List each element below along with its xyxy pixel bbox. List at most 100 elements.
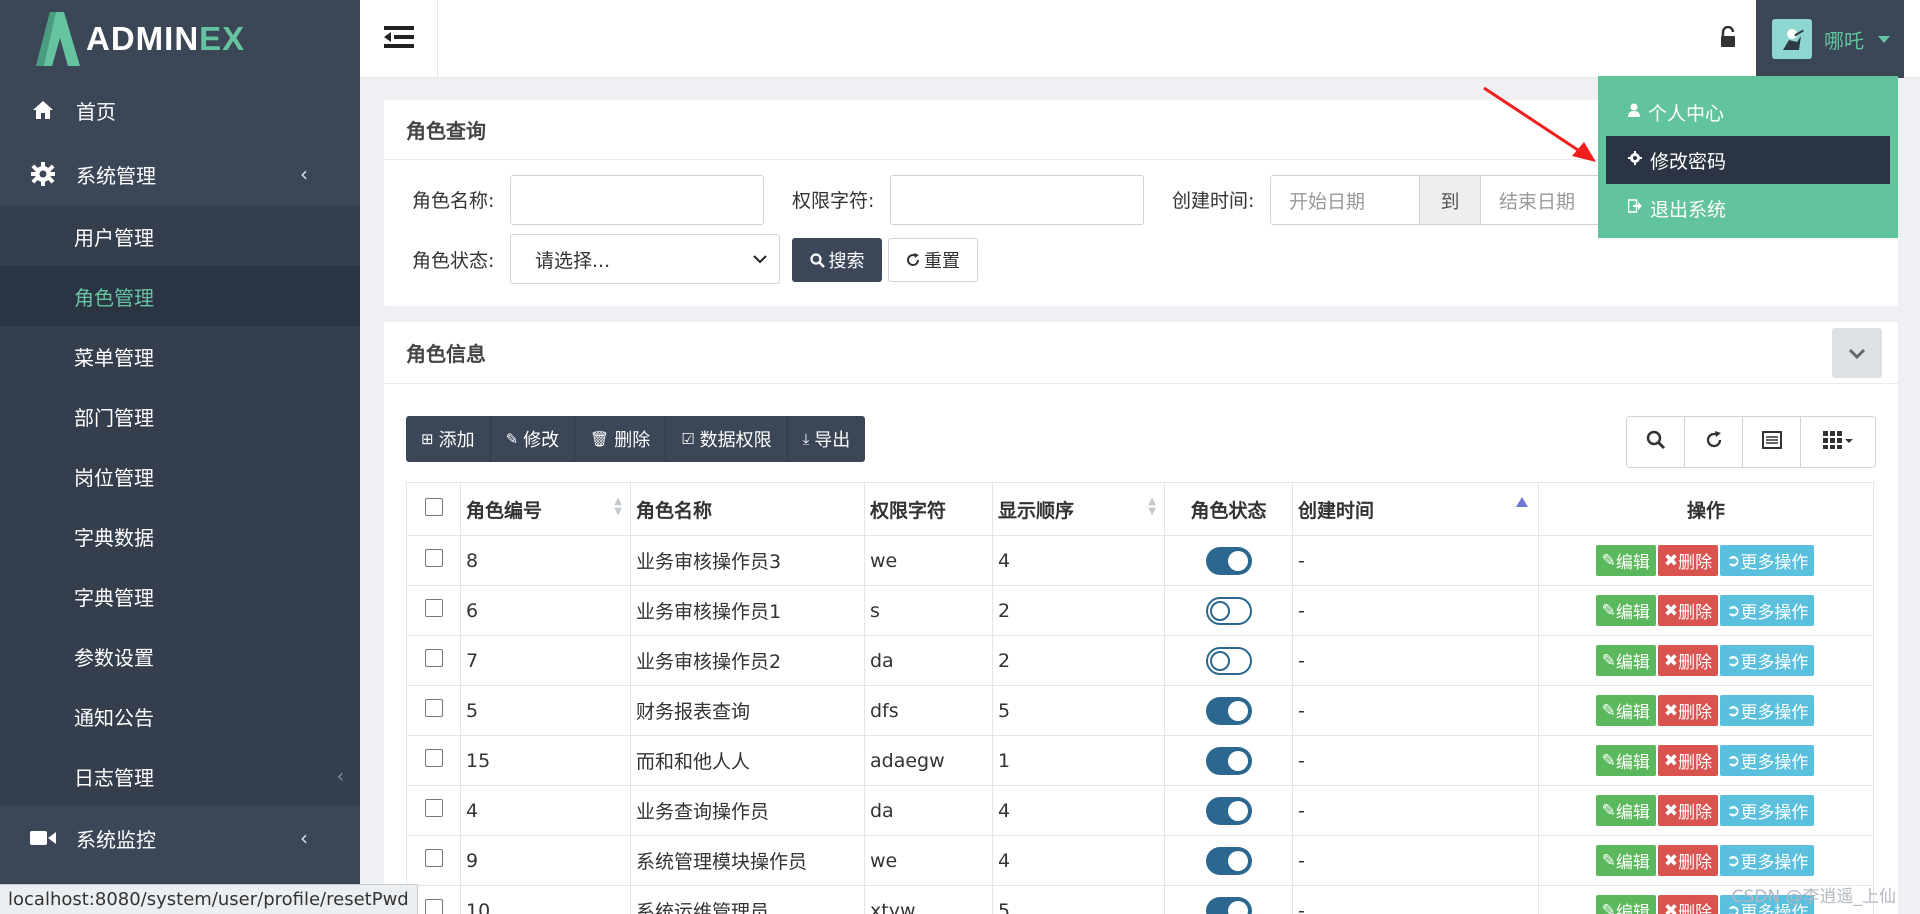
status-toggle[interactable] bbox=[1205, 746, 1252, 775]
start-date-input[interactable]: 开始日期 bbox=[1270, 175, 1420, 225]
status-toggle[interactable] bbox=[1205, 846, 1252, 875]
table-row[interactable]: 9 系统管理模块操作员 we 4- ✎ 编辑 ✖ 删除 ➲ 更多操作 bbox=[406, 835, 1874, 886]
row-edit-button[interactable]: ✎ 编辑 bbox=[1595, 645, 1656, 676]
collapse-button[interactable] bbox=[1832, 328, 1882, 378]
plus-square-icon: ⊞ bbox=[421, 430, 434, 448]
row-more-button[interactable]: ➲ 更多操作 bbox=[1720, 795, 1815, 826]
sidebar-item-dept-mgmt[interactable]: 部门管理 bbox=[0, 386, 360, 446]
sidebar-item-dict-data[interactable]: 字典数据 bbox=[0, 506, 360, 566]
row-edit-button[interactable]: ✎ 编辑 bbox=[1595, 895, 1656, 914]
row-more-button[interactable]: ➲ 更多操作 bbox=[1720, 745, 1815, 776]
status-toggle[interactable] bbox=[1205, 796, 1252, 825]
row-edit-button[interactable]: ✎ 编辑 bbox=[1595, 695, 1656, 726]
reset-button[interactable]: 重置 bbox=[888, 238, 978, 282]
row-edit-button[interactable]: ✎ 编辑 bbox=[1595, 845, 1656, 876]
sidebar-item-dict-mgmt[interactable]: 字典管理 bbox=[0, 566, 360, 626]
row-edit-button[interactable]: ✎ 编辑 bbox=[1595, 595, 1656, 626]
row-edit-button[interactable]: ✎ 编辑 bbox=[1595, 545, 1656, 576]
cell-role-id: 9 bbox=[460, 835, 631, 886]
lock-icon[interactable] bbox=[1720, 25, 1736, 52]
data-permission-button[interactable]: ☑ 数据权限 bbox=[666, 416, 788, 462]
sidebar-item-log-mgmt[interactable]: 日志管理 ‹ bbox=[0, 746, 360, 806]
row-delete-button[interactable]: ✖ 删除 bbox=[1657, 745, 1719, 776]
status-toggle[interactable] bbox=[1205, 696, 1252, 725]
row-checkbox[interactable] bbox=[424, 899, 443, 914]
row-edit-button[interactable]: ✎ 编辑 bbox=[1595, 745, 1656, 776]
column-header-permission[interactable]: 权限字符 bbox=[864, 482, 993, 536]
role-status-select[interactable]: 请选择... bbox=[510, 234, 780, 284]
row-delete-button[interactable]: ✖ 删除 bbox=[1657, 545, 1719, 576]
row-checkbox[interactable] bbox=[424, 649, 443, 667]
table-row[interactable]: 8 业务审核操作员3 we 4- ✎ 编辑 ✖ 删除 ➲ 更多操作 bbox=[406, 535, 1874, 586]
row-delete-button[interactable]: ✖ 删除 bbox=[1657, 795, 1719, 826]
status-toggle[interactable] bbox=[1205, 896, 1252, 914]
table-row[interactable]: 6 业务审核操作员1 s 2- ✎ 编辑 ✖ 删除 ➲ 更多操作 bbox=[406, 585, 1874, 636]
row-more-button[interactable]: ➲ 更多操作 bbox=[1720, 695, 1815, 726]
add-button[interactable]: ⊞ 添加 bbox=[406, 416, 491, 462]
sidebar-item-home[interactable]: 首页 bbox=[0, 78, 360, 142]
export-button[interactable]: ⤓ 导出 bbox=[788, 416, 866, 462]
menu-item-change-password[interactable]: 修改密码 bbox=[1606, 136, 1890, 184]
column-header-role-name[interactable]: 角色名称 bbox=[630, 482, 865, 536]
user-menu-button[interactable]: 哪吒 bbox=[1756, 0, 1904, 78]
row-more-button[interactable]: ➲ 更多操作 bbox=[1720, 845, 1815, 876]
status-toggle[interactable] bbox=[1205, 596, 1252, 625]
cell-status bbox=[1164, 835, 1293, 886]
cell-created: - bbox=[1292, 835, 1539, 886]
cell-role-name: 系统运维管理员 bbox=[630, 885, 865, 914]
search-button[interactable]: 搜索 bbox=[792, 238, 882, 282]
table-row[interactable]: 10 系统运维管理员 xtyw 5- ✎ 编辑 ✖ 删除 ➲ 更多操作 bbox=[406, 885, 1874, 914]
delete-button[interactable]: 🗑 删除 bbox=[575, 416, 667, 462]
sidebar-item-user-mgmt[interactable]: 用户管理 bbox=[0, 206, 360, 266]
row-more-button[interactable]: ➲ 更多操作 bbox=[1720, 645, 1815, 676]
row-delete-label: 删除 bbox=[1678, 553, 1713, 573]
row-delete-button[interactable]: ✖ 删除 bbox=[1657, 845, 1719, 876]
sidebar-item-post-mgmt[interactable]: 岗位管理 bbox=[0, 446, 360, 506]
home-icon bbox=[30, 100, 56, 120]
sidebar-item-notice[interactable]: 通知公告 bbox=[0, 686, 360, 746]
menu-item-profile[interactable]: 个人中心 bbox=[1606, 88, 1890, 136]
select-all-checkbox[interactable] bbox=[424, 497, 443, 516]
row-delete-button[interactable]: ✖ 删除 bbox=[1657, 695, 1719, 726]
table-row[interactable]: 4 业务查询操作员 da 4- ✎ 编辑 ✖ 删除 ➲ 更多操作 bbox=[406, 785, 1874, 836]
column-header-order[interactable]: 显示顺序 ▲ ▼ bbox=[992, 482, 1165, 536]
status-toggle[interactable] bbox=[1205, 546, 1252, 575]
sidebar-item-system-mgmt[interactable]: 系统管理 ‹ bbox=[0, 142, 360, 206]
role-name-input[interactable] bbox=[510, 175, 764, 225]
row-more-label: 更多操作 bbox=[1740, 853, 1809, 873]
sidebar-item-label: 角色管理 bbox=[74, 285, 154, 310]
column-header-created[interactable]: 创建时间 bbox=[1292, 482, 1539, 536]
row-checkbox[interactable] bbox=[424, 849, 443, 867]
table-row[interactable]: 5 财务报表查询 dfs 5- ✎ 编辑 ✖ 删除 ➲ 更多操作 bbox=[406, 685, 1874, 736]
cell-role-name: 业务审核操作员1 bbox=[630, 585, 865, 636]
sidebar-toggle-button[interactable] bbox=[360, 0, 438, 78]
row-delete-button[interactable]: ✖ 删除 bbox=[1657, 645, 1719, 676]
row-checkbox[interactable] bbox=[424, 749, 443, 767]
row-checkbox[interactable] bbox=[424, 799, 443, 817]
table-row[interactable]: 15 而和和他人人 adaegw 1- ✎ 编辑 ✖ 删除 ➲ 更多操作 bbox=[406, 735, 1874, 786]
permission-input[interactable] bbox=[890, 175, 1144, 225]
row-checkbox[interactable] bbox=[424, 699, 443, 717]
edit-button[interactable]: ✎ 修改 bbox=[491, 416, 576, 462]
row-more-button[interactable]: ➲ 更多操作 bbox=[1720, 595, 1815, 626]
sidebar-item-system-monitor[interactable]: 系统监控 ‹ bbox=[0, 806, 360, 870]
row-checkbox[interactable] bbox=[424, 599, 443, 617]
menu-item-logout[interactable]: 退出系统 bbox=[1606, 184, 1890, 232]
sidebar-item-menu-mgmt[interactable]: 菜单管理 bbox=[0, 326, 360, 386]
table-row[interactable]: 7 业务审核操作员2 da 2- ✎ 编辑 ✖ 删除 ➲ 更多操作 bbox=[406, 635, 1874, 686]
table-columns-button[interactable] bbox=[1801, 417, 1875, 467]
sidebar-item-params[interactable]: 参数设置 bbox=[0, 626, 360, 686]
row-checkbox[interactable] bbox=[424, 549, 443, 567]
logo[interactable]: ADMINEX bbox=[0, 0, 360, 78]
row-more-button[interactable]: ➲ 更多操作 bbox=[1720, 545, 1815, 576]
row-delete-button[interactable]: ✖ 删除 bbox=[1657, 895, 1719, 914]
table-search-button[interactable] bbox=[1627, 417, 1685, 467]
table-refresh-button[interactable] bbox=[1685, 417, 1743, 467]
row-edit-button[interactable]: ✎ 编辑 bbox=[1595, 795, 1656, 826]
column-header-role-id[interactable]: 角色编号 ▲ ▼ bbox=[460, 482, 631, 536]
row-edit-label: 编辑 bbox=[1615, 803, 1650, 823]
table-toggle-view-button[interactable] bbox=[1743, 417, 1801, 467]
row-delete-button[interactable]: ✖ 删除 bbox=[1657, 595, 1719, 626]
status-toggle[interactable] bbox=[1205, 646, 1252, 675]
sidebar-item-role-mgmt[interactable]: 角色管理 bbox=[0, 266, 360, 326]
